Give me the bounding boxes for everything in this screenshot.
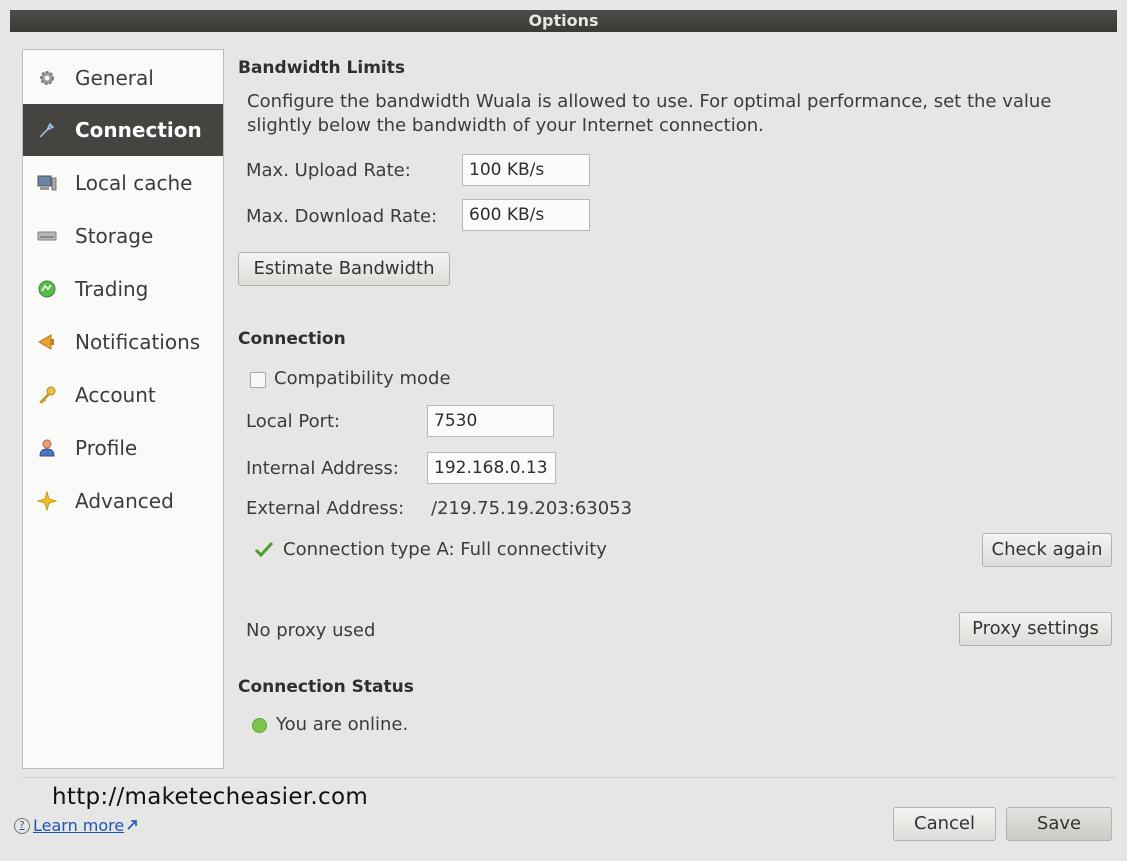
sidebar-item-label: Advanced [75,489,174,513]
proxy-settings-button[interactable]: Proxy settings [959,612,1112,646]
sidebar-item-trading[interactable]: Trading [23,263,223,315]
sidebar-item-label: Profile [75,436,138,460]
sidebar-item-local-cache[interactable]: Local cache [23,157,223,209]
cancel-button[interactable]: Cancel [893,807,996,841]
sidebar-item-notifications[interactable]: Notifications [23,316,223,368]
sidebar-item-label: Notifications [75,330,201,354]
gear-icon [37,68,57,88]
watermark-url: http://maketecheasier.com [52,784,369,810]
help-icon: ? [14,817,30,834]
sidebar-item-general[interactable]: General [23,52,223,104]
person-icon [37,438,57,458]
sidebar-item-label: Local cache [75,171,193,195]
internal-address-field[interactable]: 192.168.0.13 [427,452,556,484]
sidebar-item-label: General [75,66,154,90]
megaphone-icon [37,332,57,352]
compatibility-mode-label: Compatibility mode [274,368,451,389]
local-port-label: Local Port: [246,411,341,432]
connection-status-heading: Connection Status [238,677,414,697]
max-upload-rate-label: Max. Upload Rate: [246,160,411,181]
sidebar-item-profile[interactable]: Profile [23,422,223,474]
local-port-field[interactable]: 7530 [427,405,554,437]
online-status-icon [252,718,267,733]
sidebar-item-storage[interactable]: Storage [23,210,223,262]
external-link-icon [126,816,138,835]
plug-icon [37,120,57,140]
external-address-value: /219.75.19.203:63053 [431,498,633,519]
proxy-status-text: No proxy used [246,620,376,641]
checkmark-icon [254,541,274,561]
internal-address-label: Internal Address: [246,458,399,479]
bandwidth-limits-heading: Bandwidth Limits [238,58,405,78]
external-address-label: External Address: [246,498,405,519]
sidebar-item-connection[interactable]: Connection [23,104,223,156]
sidebar-item-label: Connection [75,118,202,142]
check-again-button[interactable]: Check again [982,533,1112,567]
footer-separator [22,777,1116,778]
compatibility-mode-checkbox[interactable] [250,372,266,388]
sidebar-item-label: Trading [75,277,149,301]
max-upload-rate-field[interactable]: 100 KB/s [462,154,590,186]
online-status-text: You are online. [276,714,409,735]
sidebar-item-account[interactable]: Account [23,369,223,421]
save-button[interactable]: Save [1006,807,1112,841]
learn-more-link[interactable]: ? Learn more [14,816,138,835]
max-download-rate-label: Max. Download Rate: [246,206,438,227]
window-title: Options [528,11,599,30]
window-title-bar: Options [10,10,1117,32]
options-sidebar: General Connection Local cache Storage T… [22,49,224,769]
drive-icon [37,226,57,246]
connection-type-text: Connection type A: Full connectivity [283,539,607,560]
computer-icon [37,173,57,193]
globe-icon [37,279,57,299]
connection-heading: Connection [238,329,346,349]
bandwidth-description: Configure the bandwidth Wuala is allowed… [247,91,1052,136]
estimate-bandwidth-button[interactable]: Estimate Bandwidth [238,252,450,286]
sidebar-item-label: Storage [75,224,154,248]
sidebar-item-advanced[interactable]: Advanced [23,475,223,527]
star-icon [37,491,57,511]
max-download-rate-field[interactable]: 600 KB/s [462,199,590,231]
sidebar-item-label: Account [75,383,156,407]
learn-more-label: Learn more [33,816,125,835]
key-icon [37,385,57,405]
